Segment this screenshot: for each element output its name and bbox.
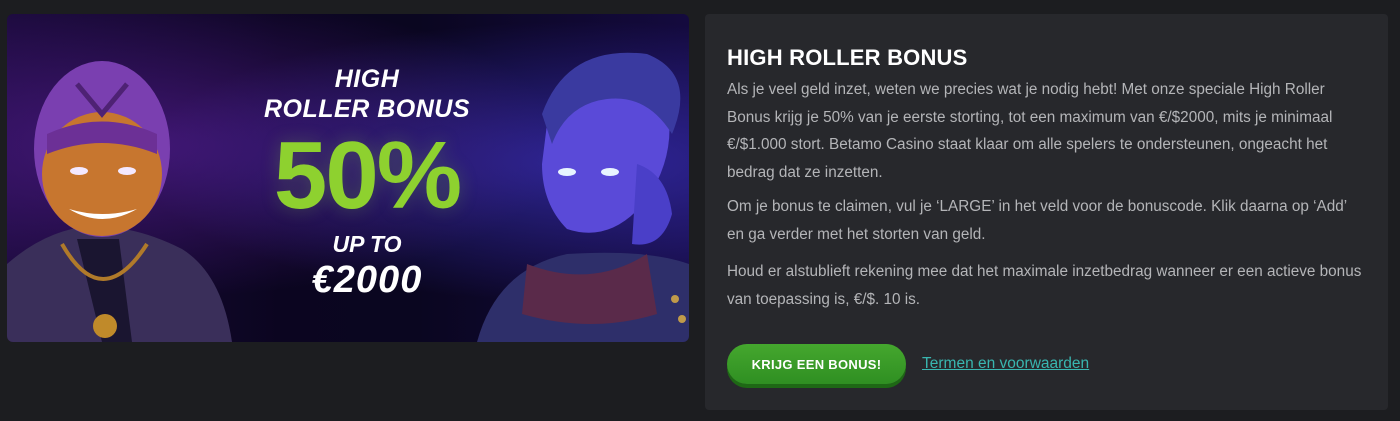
banner-percent: 50% <box>273 122 462 229</box>
bonus-info-panel: HIGH ROLLER BONUS Als je veel geld inzet… <box>705 14 1388 410</box>
bonus-actions: KRIJG EEN BONUS! Termen en voorwaarden <box>727 344 1089 384</box>
bald-villain-character <box>7 61 232 342</box>
banner-line-roller-bonus: ROLLER BONUS <box>264 95 470 123</box>
promo-banner: HIGH ROLLER BONUS 50% UP TO €2000 <box>7 14 689 342</box>
banner-amount: €2000 <box>311 259 423 301</box>
get-bonus-button[interactable]: KRIJG EEN BONUS! <box>727 344 906 384</box>
banner-line-up-to: UP TO <box>332 231 402 257</box>
banner-line-high: HIGH <box>334 65 400 93</box>
terms-link[interactable]: Termen en voorwaarden <box>922 355 1089 373</box>
bonus-description-paragraph: Als je veel geld inzet, weten we precies… <box>727 81 1333 181</box>
bonus-claim-instructions: Om je bonus te claimen, vul je ‘LARGE’ i… <box>727 198 1347 243</box>
bonus-max-bet-note: Houd er alstublieft rekening mee dat het… <box>727 263 1362 308</box>
bonus-title: HIGH ROLLER BONUS <box>727 45 968 70</box>
page: HIGH ROLLER BONUS 50% UP TO €2000 HIGH R… <box>0 0 1400 421</box>
banner-headline: HIGH ROLLER BONUS 50% UP TO €2000 <box>222 64 512 302</box>
